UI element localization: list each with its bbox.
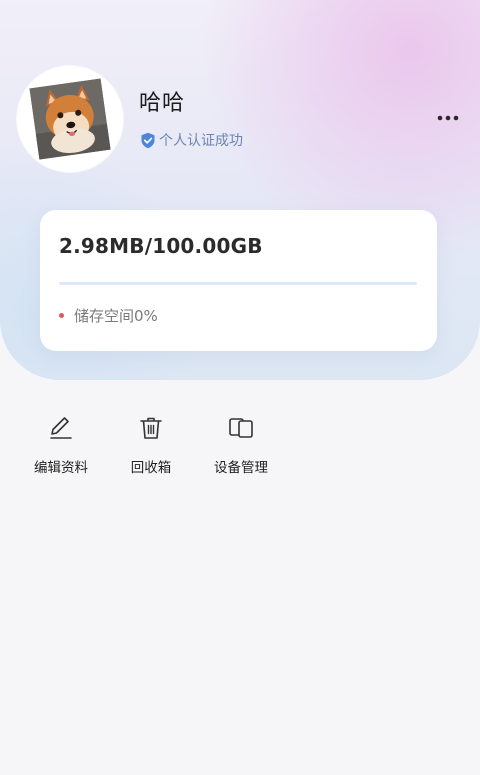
recycle-bin-label: 回收箱 [130,460,172,476]
recycle-bin-button[interactable]: 回收箱 [111,412,191,476]
verification-text: 个人认证成功 [159,133,243,149]
verified-shield-icon [140,132,156,149]
trash-icon [135,412,167,444]
verification-badge: 个人认证成功 [140,130,243,150]
device-management-label: 设备管理 [214,460,268,476]
devices-icon [225,412,257,444]
storage-progress-bar [59,282,417,285]
more-dots-icon [437,115,459,121]
device-management-button[interactable]: 设备管理 [201,412,281,476]
username: 哈哈 [139,91,186,116]
more-options-button[interactable] [433,105,463,131]
avatar[interactable] [17,66,123,172]
edit-profile-label: 编辑资料 [34,460,88,476]
edit-profile-button[interactable]: 编辑资料 [21,412,101,476]
quick-actions: 编辑资料 回收箱 设备管理 [0,412,480,482]
avatar-photo [29,78,111,160]
storage-status: 储存空间0% [59,305,158,326]
storage-amount: 2.98MB/100.00GB [59,234,263,258]
profile-header: 哈哈 个人认证成功 2.98MB/100.00GB 储存空间0% [0,0,480,380]
storage-status-text: 储存空间0% [74,307,158,325]
storage-card[interactable]: 2.98MB/100.00GB 储存空间0% [40,210,437,351]
status-dot-icon [59,313,64,318]
pen-icon [45,412,77,444]
